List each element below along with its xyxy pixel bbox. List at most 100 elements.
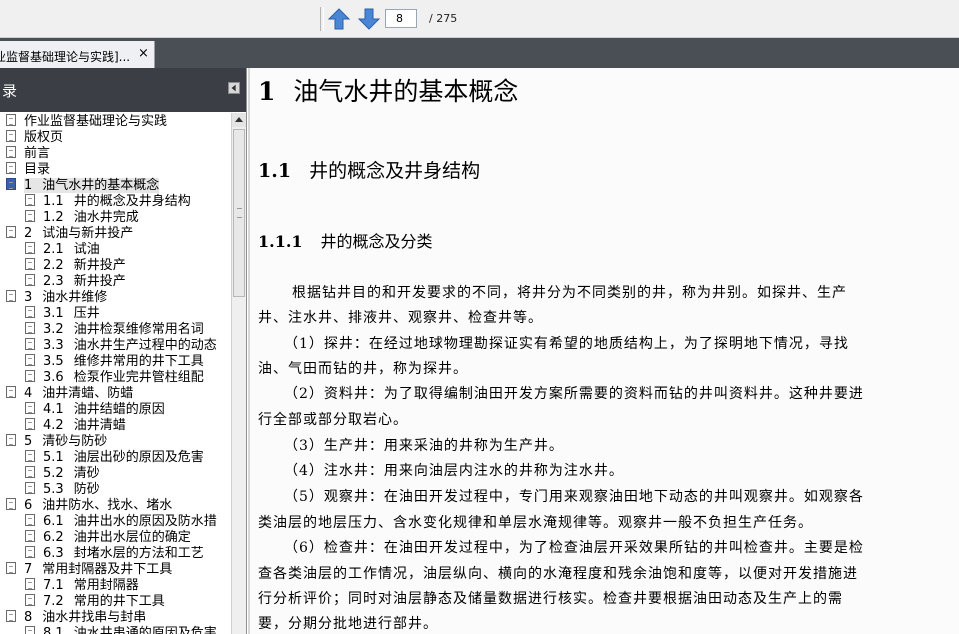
toc-item-number: 6.2 <box>43 530 64 545</box>
body-text-line: 行分析评价；同时对油层静态及储量数据进行核实。检查井要根据油田动态及生产上的需 <box>258 591 843 607</box>
bookmark-page-icon <box>6 114 16 126</box>
bookmark-page-icon <box>25 258 35 270</box>
toc-scrollbar[interactable] <box>231 113 246 634</box>
toc-subitem[interactable]: 3.3 油水井生产过程中的动态 <box>25 338 217 354</box>
toc-item-title: 油水井维修 <box>42 290 108 305</box>
toc-item-number: 5.3 <box>43 482 64 497</box>
page-number-input[interactable] <box>385 9 417 28</box>
toc-item-label: 1.1 井的概念及井身结构 <box>43 194 191 209</box>
toc-item-title: 前言 <box>24 146 51 161</box>
bookmark-page-icon <box>25 322 35 334</box>
toc-item[interactable]: 7 常用封隔器及井下工具 <box>6 562 172 578</box>
bookmark-page-icon <box>6 386 16 398</box>
toc-item-number: 2.3 <box>43 274 64 289</box>
toc-item-title: 目录 <box>24 162 51 177</box>
toc-subitem[interactable]: 4.1 油井结蜡的原因 <box>25 402 165 418</box>
document-tab-title: 业监督基础理论与实践]... <box>0 50 131 64</box>
toc-item[interactable]: 1 油气水井的基本概念 <box>6 178 160 194</box>
bookmark-page-icon <box>25 306 35 318</box>
toc-subitem[interactable]: 8.1 油水井串通的原因及危害 <box>25 626 217 634</box>
toc-item-title: 常用封隔器及井下工具 <box>42 562 173 577</box>
toc-item-label: 3.3 油水井生产过程中的动态 <box>43 338 217 353</box>
toc-item-label: 5 清砂与防砂 <box>24 434 107 449</box>
toc-item-label: 8 油水井找串与封串 <box>24 610 146 625</box>
toc-item-label: 5.1 油层出砂的原因及危害 <box>43 450 204 465</box>
scroll-up-icon[interactable] <box>232 113 246 127</box>
toc-item-number: 3 <box>24 290 33 305</box>
toc-item-title: 油井结蜡的原因 <box>73 402 165 417</box>
toc-item-number: 7.1 <box>43 578 64 593</box>
toc-subitem[interactable]: 5.3 防砂 <box>25 482 100 498</box>
toc-subitem[interactable]: 5.2 清砂 <box>25 466 100 482</box>
bookmark-page-icon <box>6 434 16 446</box>
toc-item[interactable]: 目录 <box>6 162 50 178</box>
bookmark-page-icon <box>6 178 16 190</box>
toc-subitem[interactable]: 4.2 油井清蜡 <box>25 418 126 434</box>
toc-item[interactable]: 6 油井防水、找水、堵水 <box>6 498 172 514</box>
toc-subitem[interactable]: 7.2 常用的井下工具 <box>25 594 165 610</box>
toc-item-number: 1.2 <box>43 210 64 225</box>
bookmark-page-icon <box>25 210 35 222</box>
body-text-line: 根据钻井目的和开发要求的不同，将井分为不同类别的井，称为井别。如探井、生产 <box>292 285 847 301</box>
toc-item-label: 3.6 检泵作业完井管柱组配 <box>43 370 204 385</box>
toc-item-number: 6.1 <box>43 514 64 529</box>
toc-subitem[interactable]: 5.1 油层出砂的原因及危害 <box>25 450 204 466</box>
bookmark-page-icon <box>25 274 35 286</box>
toc-item-number: 5.2 <box>43 466 64 481</box>
toc-subitem[interactable]: 6.3 封堵水层的方法和工艺 <box>25 546 204 562</box>
toc-item-number: 3.6 <box>43 370 64 385</box>
toc-item-number: 4.2 <box>43 418 64 433</box>
toc-item[interactable]: 5 清砂与防砂 <box>6 434 107 450</box>
toc-item-number: 8.1 <box>43 626 64 634</box>
document-tab[interactable]: 业监督基础理论与实践]... × <box>0 41 155 68</box>
toc-subitem[interactable]: 3.1 压井 <box>25 306 100 322</box>
previous-page-icon[interactable] <box>327 7 351 31</box>
toc-item-title: 油水井完成 <box>73 210 139 225</box>
bookmark-page-icon <box>25 578 35 590</box>
toolbar-separator <box>320 7 324 31</box>
toc-subitem[interactable]: 3.2 油井检泵维修常用名词 <box>25 322 204 338</box>
toc-item-label: 6.2 油井出水层位的确定 <box>43 530 191 545</box>
toc-subitem[interactable]: 2.3 新井投产 <box>25 274 126 290</box>
toc-item[interactable]: 前言 <box>6 146 50 162</box>
scroll-thumb[interactable] <box>233 129 245 297</box>
body-text-line: 油、气田而钻的井，称为探井。 <box>258 361 468 377</box>
body-text-line: 类油层的地层压力、含水变化规律和单层水淹规律等。观察井一般不负担生产任务。 <box>258 515 813 531</box>
toc-subitem[interactable]: 3.5 维修井常用的井下工具 <box>25 354 204 370</box>
collapse-sidebar-icon[interactable] <box>228 82 240 94</box>
toc-item[interactable]: 4 油井清蜡、防蜡 <box>6 386 133 402</box>
toc-subitem[interactable]: 6.2 油井出水层位的确定 <box>25 530 191 546</box>
bookmark-page-icon <box>25 194 35 206</box>
bookmark-page-icon <box>25 546 35 558</box>
toc-item[interactable]: 作业监督基础理论与实践 <box>6 114 167 130</box>
toc-item-label: 4 油井清蜡、防蜡 <box>24 386 133 401</box>
toc-subitem[interactable]: 1.2 油水井完成 <box>25 210 139 226</box>
close-icon[interactable]: × <box>138 47 149 61</box>
toc-item-label: 3.1 压井 <box>43 306 100 321</box>
toc-item-title: 清砂与防砂 <box>42 434 108 449</box>
toc-subitem[interactable]: 6.1 油井出水的原因及防水措 <box>25 514 217 530</box>
toc-subitem[interactable]: 7.1 常用封隔器 <box>25 578 139 594</box>
toc-subitem[interactable]: 1.1 井的概念及井身结构 <box>25 194 191 210</box>
toc-subitem[interactable]: 3.6 检泵作业完井管柱组配 <box>25 370 204 386</box>
bookmark-page-icon <box>6 290 16 302</box>
chapter-title: 油气水井的基本概念 <box>293 77 519 106</box>
toc-item[interactable]: 3 油水井维修 <box>6 290 107 306</box>
toc-subitem[interactable]: 2.1 试油 <box>25 242 100 258</box>
toc-item[interactable]: 版权页 <box>6 130 63 146</box>
toc-item-title: 常用的井下工具 <box>73 594 165 609</box>
next-page-icon[interactable] <box>357 7 381 31</box>
toc-item-title: 油井防水、找水、堵水 <box>42 498 173 513</box>
toc-item-number: 3.5 <box>43 354 64 369</box>
toc-item-title: 油气水井的基本概念 <box>42 178 160 193</box>
toc-item[interactable]: 2 试油与新井投产 <box>6 226 133 242</box>
toc-subitem[interactable]: 2.2 新井投产 <box>25 258 126 274</box>
toc-item-label: 6 油井防水、找水、堵水 <box>24 498 172 513</box>
toc-item-label: 目录 <box>24 162 50 177</box>
toc-item[interactable]: 8 油水井找串与封串 <box>6 610 146 626</box>
toc-item-label: 6.3 封堵水层的方法和工艺 <box>43 546 204 561</box>
toc-item-label: 版权页 <box>24 130 63 145</box>
toc-item-title: 试油 <box>73 242 100 257</box>
toc-item-label: 作业监督基础理论与实践 <box>24 114 167 129</box>
bookmark-page-icon <box>25 450 35 462</box>
